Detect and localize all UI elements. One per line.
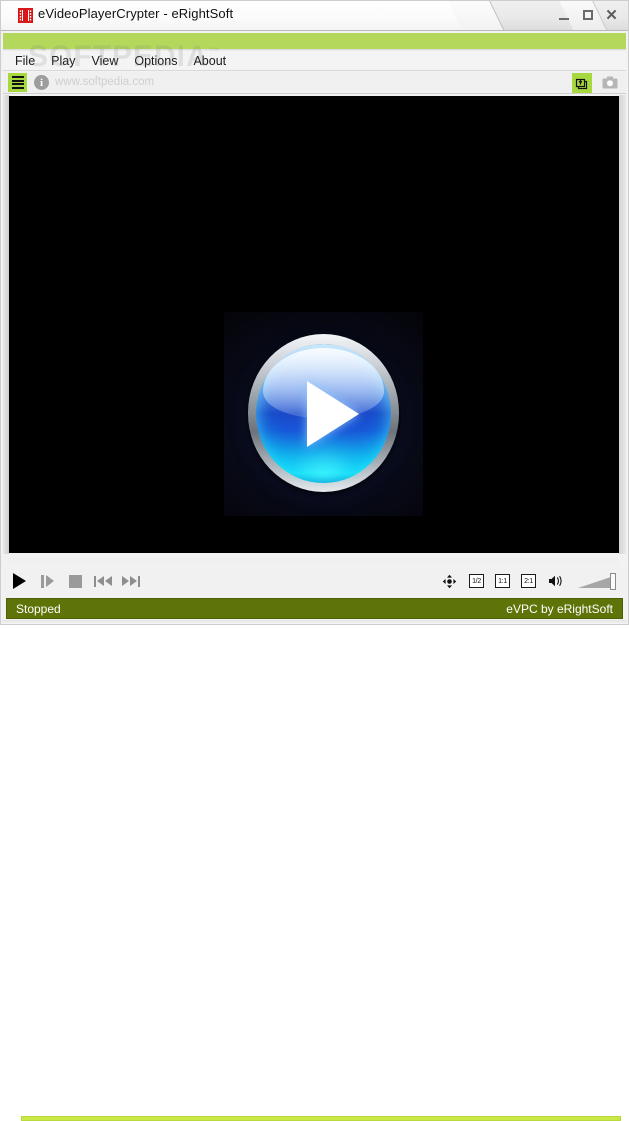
- pause-button[interactable]: [38, 572, 56, 590]
- minimize-button[interactable]: [556, 8, 571, 23]
- menu-item-play[interactable]: Play: [43, 52, 83, 70]
- play-button-logo: [224, 312, 423, 516]
- add-to-playlist-icon[interactable]: [572, 73, 592, 93]
- window-bottom-edge: [2, 620, 627, 624]
- speaker-volume-icon[interactable]: [547, 572, 565, 590]
- menu-item-file[interactable]: File: [10, 52, 43, 70]
- play-button[interactable]: [10, 572, 28, 590]
- previous-button[interactable]: [94, 572, 112, 590]
- window-title: eVideoPlayerCrypter - eRightSoft: [38, 6, 234, 21]
- application-window: eVideoPlayerCrypter - eRightSoft ✕ File …: [0, 0, 629, 1121]
- zoom-half-button[interactable]: 1/2: [469, 574, 484, 588]
- status-bar: Stopped eVPC by eRightSoft: [6, 598, 623, 619]
- toolbar: i www.softpedia.com: [3, 72, 626, 94]
- volume-slider-track: [578, 576, 611, 588]
- menu-item-options[interactable]: Options: [126, 52, 185, 70]
- stop-button[interactable]: [66, 572, 84, 590]
- seek-bar-area: [9, 557, 621, 1121]
- status-text: Stopped: [16, 601, 61, 616]
- volume-slider-handle[interactable]: [610, 572, 616, 590]
- next-button[interactable]: [122, 572, 140, 590]
- camera-snapshot-icon[interactable]: [601, 75, 618, 90]
- control-bar: 1/2 1:1 2:1: [3, 568, 626, 596]
- volume-slider[interactable]: [578, 572, 616, 590]
- accent-band: [3, 33, 626, 49]
- zoom-two-to-one-button[interactable]: 2:1: [521, 574, 536, 588]
- logo-play-triangle: [307, 381, 360, 448]
- logo-blue-disc: [255, 343, 392, 484]
- menu-item-view[interactable]: View: [83, 52, 126, 70]
- menu-item-about[interactable]: About: [185, 52, 234, 70]
- menu-bar: File Play View Options About: [3, 51, 626, 71]
- playlist-lines-icon[interactable]: [8, 73, 27, 92]
- video-border-right: [619, 95, 626, 554]
- seek-bar[interactable]: [21, 1116, 621, 1121]
- maximize-button[interactable]: [580, 8, 595, 23]
- info-circle-icon[interactable]: i: [34, 75, 49, 90]
- toolbar-url-text: www.softpedia.com: [55, 76, 155, 88]
- zoom-one-to-one-button[interactable]: 1:1: [495, 574, 510, 588]
- view-controls: 1/2 1:1 2:1: [440, 572, 616, 590]
- pan-move-icon[interactable]: [440, 572, 458, 590]
- close-button[interactable]: ✕: [604, 8, 619, 23]
- status-credit: eVPC by eRightSoft: [506, 601, 613, 616]
- video-display-area[interactable]: [9, 96, 619, 553]
- transport-controls: [10, 572, 140, 590]
- window-controls: ✕: [556, 6, 619, 24]
- title-bar: eVideoPlayerCrypter - eRightSoft ✕: [0, 0, 629, 31]
- film-strip-icon: [18, 8, 33, 23]
